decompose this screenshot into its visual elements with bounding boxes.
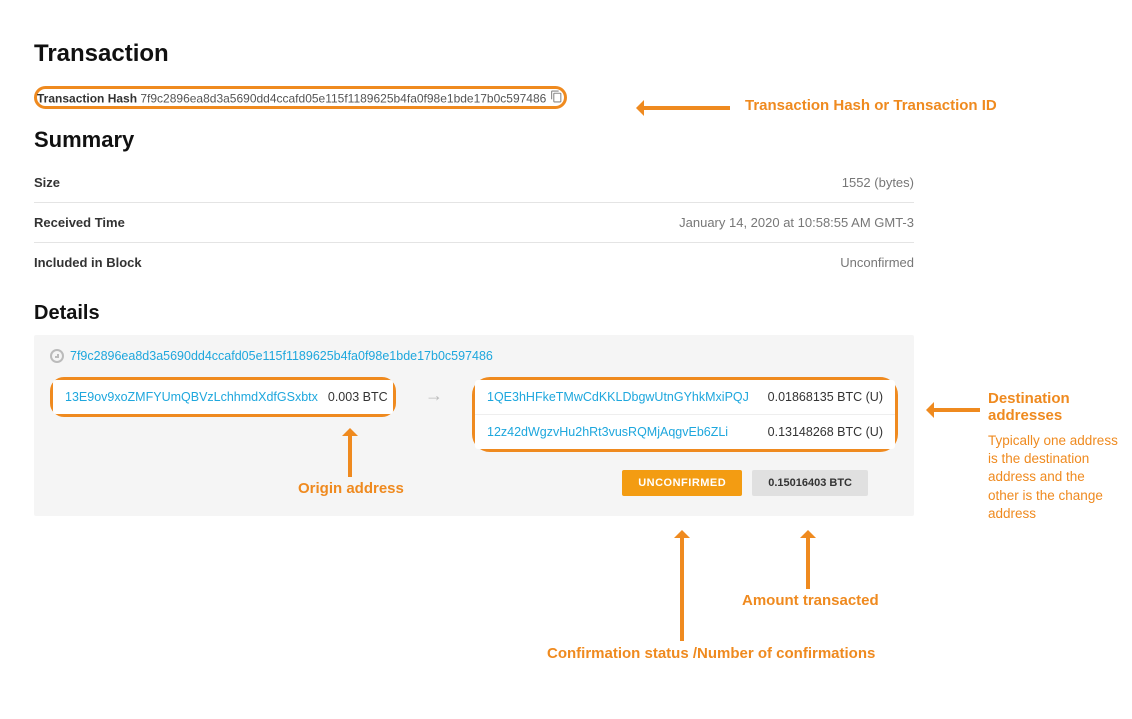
details-card: 7f9c2896ea8d3a5690dd4ccafd05e115f1189625… <box>34 335 914 516</box>
expand-icon[interactable] <box>50 349 64 363</box>
received-value: January 14, 2020 at 10:58:55 AM GMT-3 <box>679 215 914 230</box>
block-value: Unconfirmed <box>840 255 914 270</box>
summary-row-size: Size 1552 (bytes) <box>34 163 914 203</box>
transaction-hash-row: Transaction Hash 7f9c2896ea8d3a5690dd4cc… <box>34 86 567 109</box>
annotation-arrow-icon <box>640 106 730 110</box>
page-title: Transaction <box>34 40 886 68</box>
input-row: 13E9ov9xoZMFYUmQBVzLchhmdXdfGSxbtx 0.003… <box>53 380 393 414</box>
status-badge: UNCONFIRMED <box>622 470 742 496</box>
inputs-box: 13E9ov9xoZMFYUmQBVzLchhmdXdfGSxbtx 0.003… <box>53 380 393 414</box>
annotation-arrow-icon <box>348 432 352 477</box>
output-amount: 0.13148268 BTC (U) <box>768 425 883 439</box>
output-amount: 0.01868135 BTC (U) <box>768 390 883 404</box>
details-hash-link[interactable]: 7f9c2896ea8d3a5690dd4ccafd05e115f1189625… <box>70 349 493 363</box>
annotation-amount-label: Amount transacted <box>742 592 879 609</box>
annotation-arrow-icon <box>930 408 980 412</box>
total-badge: 0.15016403 BTC <box>752 470 868 496</box>
annotation-dest-body: Typically one address is the destination… <box>988 432 1118 523</box>
size-value: 1552 (bytes) <box>842 175 914 190</box>
output-address-link[interactable]: 12z42dWgzvHu2hRt3vusRQMjAqgvEb6ZLi <box>487 425 728 439</box>
size-label: Size <box>34 175 60 190</box>
output-row: 12z42dWgzvHu2hRt3vusRQMjAqgvEb6ZLi 0.131… <box>475 415 895 449</box>
hash-label: Transaction Hash <box>37 92 137 106</box>
annotation-hash-label: Transaction Hash or Transaction ID <box>745 97 997 114</box>
summary-table: Size 1552 (bytes) Received Time January … <box>34 163 914 282</box>
output-address-link[interactable]: 1QE3hHFkeTMwCdKKLDbgwUtnGYhkMxiPQJ <box>487 390 749 404</box>
arrow-right-icon: → <box>410 385 458 406</box>
annotation-arrow-icon <box>806 534 810 589</box>
outputs-box: 1QE3hHFkeTMwCdKKLDbgwUtnGYhkMxiPQJ 0.018… <box>475 380 895 449</box>
details-heading: Details <box>34 302 886 325</box>
summary-row-block: Included in Block Unconfirmed <box>34 243 914 282</box>
input-address-link[interactable]: 13E9ov9xoZMFYUmQBVzLchhmdXdfGSxbtx <box>65 390 318 404</box>
received-label: Received Time <box>34 215 125 230</box>
input-amount: 0.003 BTC <box>328 390 388 404</box>
summary-row-received: Received Time January 14, 2020 at 10:58:… <box>34 203 914 243</box>
annotation-confirmation-label: Confirmation status /Number of confirmat… <box>547 645 875 662</box>
annotation-origin-label: Origin address <box>298 480 404 497</box>
output-row: 1QE3hHFkeTMwCdKKLDbgwUtnGYhkMxiPQJ 0.018… <box>475 380 895 415</box>
annotation-arrow-icon <box>680 534 684 641</box>
summary-heading: Summary <box>34 127 886 153</box>
hash-value: 7f9c2896ea8d3a5690dd4ccafd05e115f1189625… <box>140 92 546 106</box>
block-label: Included in Block <box>34 255 142 270</box>
annotation-dest-title: Destination addresses <box>988 390 1118 424</box>
copy-icon[interactable] <box>550 89 564 103</box>
